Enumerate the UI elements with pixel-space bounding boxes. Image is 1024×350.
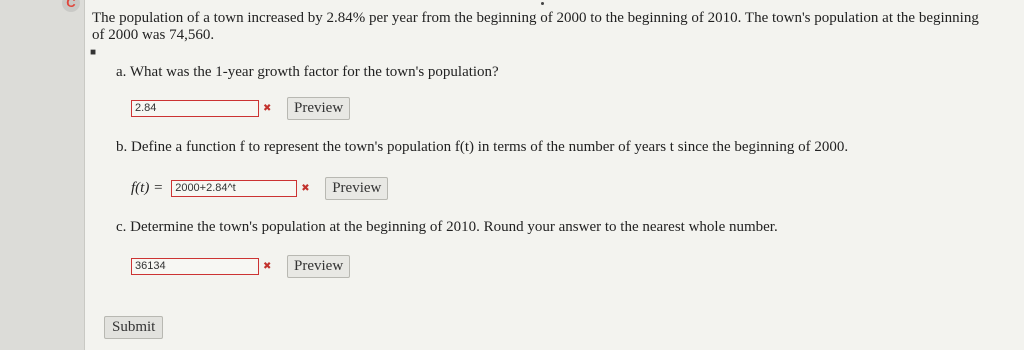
question-a-preview-button[interactable]: Preview bbox=[287, 97, 351, 120]
submit-button[interactable]: Submit bbox=[104, 316, 164, 339]
function-label: f(t) = bbox=[131, 180, 164, 196]
question-b-prompt: b. Define a function f to represent the … bbox=[116, 139, 849, 155]
bullet-icon: ■ bbox=[90, 47, 97, 58]
question-a-answer-input[interactable]: 2.84 bbox=[131, 100, 259, 117]
question-b-answer-input[interactable]: 2000+2.84^t bbox=[171, 180, 298, 197]
dot-mark bbox=[541, 2, 544, 5]
question-a-answer-row: 2.84 ✖ Preview bbox=[131, 97, 351, 120]
question-b-preview-button[interactable]: Preview bbox=[325, 177, 389, 200]
question-c-preview-button[interactable]: Preview bbox=[287, 255, 351, 278]
question-b-answer-row: f(t) = 2000+2.84^t ✖ Preview bbox=[131, 177, 389, 200]
question-panel bbox=[84, 0, 1024, 350]
question-c-answer-input[interactable]: 36134 bbox=[131, 258, 259, 275]
question-a-prompt: a. What was the 1-year growth factor for… bbox=[116, 64, 499, 80]
x-mark-icon: ✖ bbox=[301, 182, 310, 194]
problem-statement: The population of a town increased by 2.… bbox=[92, 10, 979, 43]
question-c-prompt: c. Determine the town's population at th… bbox=[116, 219, 778, 235]
x-mark-icon: ✖ bbox=[263, 102, 272, 114]
app-logo-icon: C bbox=[62, 0, 80, 12]
question-c-answer-row: 36134 ✖ Preview bbox=[131, 255, 351, 278]
x-mark-icon: ✖ bbox=[263, 260, 272, 272]
